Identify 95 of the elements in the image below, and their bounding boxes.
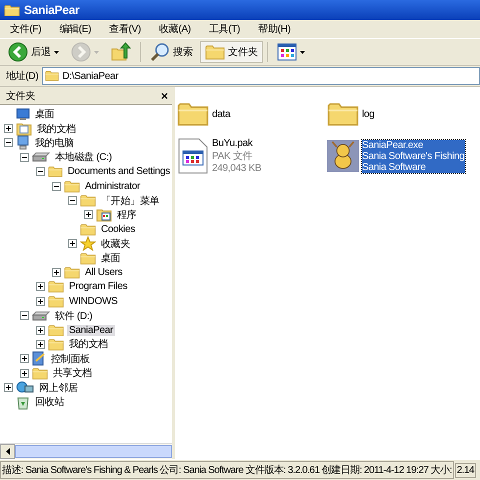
program-folder-icon — [96, 208, 112, 222]
folder-icon — [48, 324, 64, 336]
file-label[interactable]: log — [362, 108, 374, 120]
window-title: SaniaPear — [24, 3, 80, 17]
menu-item[interactable]: 收藏(A) — [152, 21, 197, 37]
network-icon — [16, 380, 34, 396]
expand-toggle[interactable] — [4, 124, 13, 134]
dropdown-icon — [94, 50, 99, 54]
menu-item[interactable]: 工具(T) — [202, 21, 246, 37]
tree-item[interactable]: 桌面 — [33, 107, 56, 122]
folder-icon — [327, 100, 359, 128]
folder-icon — [32, 366, 48, 380]
file-label[interactable]: data — [212, 108, 230, 120]
tree-item[interactable]: All Users — [83, 266, 124, 278]
expand-toggle[interactable] — [68, 239, 77, 248]
address-label: 地址(D) — [6, 70, 38, 83]
collapse-toggle[interactable] — [4, 138, 13, 148]
folder-icon — [48, 294, 64, 308]
status-text: 描述: Sania Software's Fishing & Pearls 公司: Sania Software 文件版本: 3.2.0.61 创建日期: 2011-4-12 19:27 大小: — [0, 461, 454, 479]
tree-item[interactable]: Documents and Settings — [66, 166, 172, 178]
tree-item[interactable]: 收藏夹 — [99, 236, 132, 251]
folder-icon — [177, 100, 209, 128]
tree-item[interactable]: 桌面 — [99, 251, 122, 266]
tree-item[interactable]: 本地磁盘 (C:) — [53, 150, 114, 164]
tree-item[interactable]: 网上邻居 — [37, 380, 80, 395]
menu-item[interactable]: 文件(F) — [4, 21, 48, 37]
menu-item[interactable]: 帮助(H) — [252, 21, 296, 37]
left-arrow-icon — [6, 448, 10, 455]
drive-icon — [32, 310, 50, 321]
collapse-toggle[interactable] — [36, 167, 45, 176]
tree-item[interactable]: Administrator — [83, 180, 142, 192]
scroll-left-button[interactable] — [0, 444, 15, 459]
character-icon — [327, 138, 359, 174]
views-icon — [277, 43, 297, 61]
expand-toggle[interactable] — [36, 326, 45, 335]
expand-toggle[interactable] — [52, 268, 61, 277]
folders-button[interactable]: 文件夹 — [200, 41, 263, 63]
tree-item[interactable]: Cookies — [99, 224, 138, 235]
tree-item[interactable]: 控制面板 — [49, 352, 92, 366]
folder-icon — [80, 194, 96, 207]
control-panel-icon — [32, 351, 46, 366]
tree-item[interactable]: 我的电脑 — [33, 136, 76, 150]
folder-icon — [4, 4, 20, 16]
expand-toggle[interactable] — [36, 340, 45, 349]
computer-icon — [16, 135, 30, 150]
tree-item[interactable]: 程序 — [115, 208, 138, 222]
search-button[interactable]: 搜索 — [145, 39, 198, 65]
back-button[interactable]: 后退 — [3, 39, 64, 65]
folder-icon — [80, 222, 96, 236]
folders-icon — [205, 44, 225, 60]
tree-item[interactable]: WINDOWS — [67, 296, 120, 307]
desktop-icon — [16, 107, 30, 122]
star-icon — [80, 236, 96, 252]
dropdown-icon — [54, 50, 59, 54]
tree-item[interactable]: Program Files — [67, 281, 130, 292]
expand-toggle[interactable] — [20, 368, 29, 378]
tree-item[interactable]: 回收站 — [33, 395, 66, 409]
folder-icon — [48, 338, 64, 351]
recycle-bin-icon — [16, 394, 30, 410]
document-icon — [178, 138, 208, 174]
tree-item[interactable]: 我的文档 — [35, 122, 78, 136]
file-label[interactable]: SaniaPear.exe Sania Software's Fishing Sania Software — [362, 140, 465, 172]
expand-toggle[interactable] — [36, 296, 45, 306]
pane-title: 文件夹 — [6, 90, 36, 102]
tree-item[interactable]: 「开始」菜单 — [99, 194, 162, 208]
folder-icon — [45, 70, 60, 82]
tree-item[interactable]: 软件 (D:) — [53, 308, 94, 323]
dropdown-icon — [300, 50, 305, 54]
folder-icon — [64, 180, 80, 193]
collapse-toggle[interactable] — [20, 311, 29, 320]
menu-item[interactable]: 编辑(E) — [53, 21, 98, 37]
collapse-toggle[interactable] — [68, 196, 77, 206]
tree-item[interactable]: 共享文档 — [51, 366, 94, 380]
collapse-toggle[interactable] — [20, 152, 29, 162]
address-field[interactable]: D:\SaniaPear — [42, 67, 480, 85]
menu-item[interactable]: 查看(V) — [103, 21, 147, 37]
folder-icon — [48, 280, 64, 294]
expand-toggle[interactable] — [36, 282, 45, 292]
close-button[interactable]: × — [160, 88, 168, 102]
status-text: 2.14 — [454, 462, 476, 478]
up-folder-icon — [111, 42, 131, 62]
tree-item[interactable]: 我的文档 — [67, 337, 110, 352]
tree-item[interactable]: SaniaPear — [67, 324, 115, 336]
expand-toggle[interactable] — [84, 210, 93, 220]
drive-icon — [32, 152, 50, 162]
collapse-toggle[interactable] — [52, 182, 61, 191]
document-folder-icon — [16, 122, 32, 136]
file-label[interactable]: BuYu.pak PAK 文件 249,043 KB — [212, 138, 262, 174]
folder-icon — [48, 165, 63, 178]
scrollbar-thumb[interactable] — [15, 445, 172, 458]
expand-toggle[interactable] — [4, 383, 13, 392]
search-icon — [150, 42, 170, 62]
folder-icon — [64, 266, 80, 279]
expand-toggle[interactable] — [20, 354, 29, 364]
folder-icon — [80, 252, 96, 264]
